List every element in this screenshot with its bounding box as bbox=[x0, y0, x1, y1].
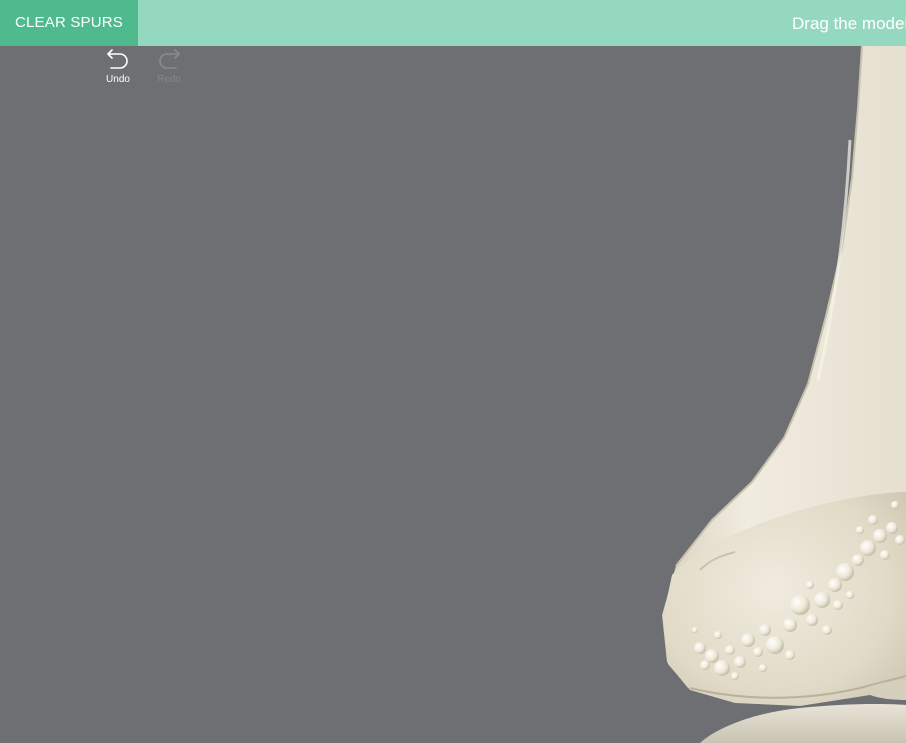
3d-model-viewport[interactable] bbox=[0, 46, 906, 743]
top-toolbar: CLEAR SPURS Drag the model bbox=[0, 0, 906, 46]
app-window: CLEAR SPURS Drag the model Undo Redo bbox=[0, 0, 906, 743]
instruction-text: Drag the model bbox=[792, 14, 906, 33]
femur-bone[interactable] bbox=[662, 46, 906, 706]
clear-spurs-button[interactable]: CLEAR SPURS bbox=[0, 0, 138, 46]
